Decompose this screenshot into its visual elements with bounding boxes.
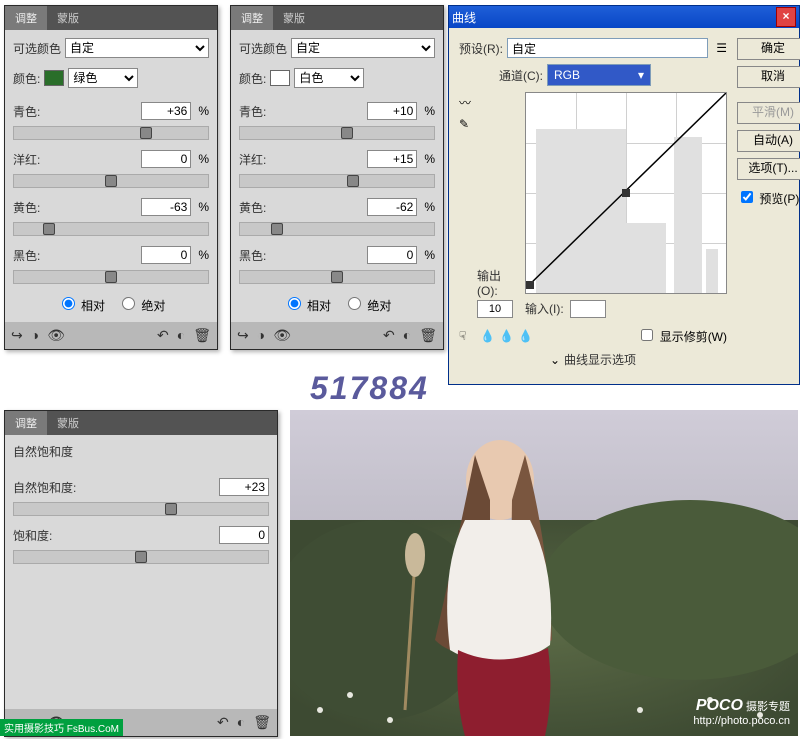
poco-url: http://photo.poco.cn — [693, 715, 790, 727]
black-value[interactable] — [367, 246, 417, 264]
clip-icon[interactable]: ◐ — [403, 327, 411, 344]
absolute-radio[interactable]: 绝对 — [343, 294, 391, 314]
absolute-radio[interactable]: 绝对 — [117, 294, 165, 314]
eyedropper-black-icon[interactable]: 💧 — [480, 329, 495, 343]
magenta-value[interactable] — [367, 150, 417, 168]
cyan-value[interactable] — [141, 102, 191, 120]
tab-mask[interactable]: 蒙版 — [47, 6, 89, 30]
reset-icon[interactable]: ↶ — [383, 327, 395, 344]
eye-icon[interactable]: 👁 — [273, 327, 291, 344]
curves-graph[interactable] — [525, 92, 727, 294]
output-value[interactable]: 10 — [477, 300, 513, 318]
tab-mask[interactable]: 蒙版 — [273, 6, 315, 30]
trash-icon[interactable]: 🗑 — [419, 327, 437, 344]
vibrance-value[interactable] — [219, 478, 269, 496]
watermark-text: 517884 — [310, 370, 429, 407]
ok-button[interactable]: 确定 — [737, 38, 800, 60]
tab-adjustments[interactable]: 调整 — [231, 6, 273, 30]
new-icon[interactable]: ◑ — [257, 327, 265, 344]
color-select[interactable]: 绿色 — [68, 68, 138, 88]
magenta-slider[interactable] — [239, 174, 435, 188]
relative-radio[interactable]: 相对 — [283, 294, 331, 314]
poco-sub: 摄影专题 — [746, 701, 790, 713]
yellow-value[interactable] — [367, 198, 417, 216]
trash-icon[interactable]: 🗑 — [253, 714, 271, 731]
preview-image: POCO 摄影专题 http://photo.poco.cn — [290, 410, 798, 736]
preset-menu-icon[interactable]: ☰ — [716, 41, 727, 55]
title: 可选颜色 — [13, 40, 61, 57]
magenta-slider[interactable] — [13, 174, 209, 188]
show-clipping-checkbox[interactable]: 显示修剪(W) — [637, 326, 727, 345]
input-value[interactable] — [570, 300, 606, 318]
black-value[interactable] — [141, 246, 191, 264]
cancel-button[interactable]: 取消 — [737, 66, 800, 88]
preset-select[interactable]: 自定 — [291, 38, 435, 58]
yellow-value[interactable] — [141, 198, 191, 216]
saturation-label: 饱和度: — [13, 527, 103, 544]
finger-tool-icon[interactable]: ☟ — [459, 329, 466, 343]
saturation-slider[interactable] — [13, 550, 269, 564]
relative-radio[interactable]: 相对 — [57, 294, 105, 314]
color-label: 颜色: — [239, 70, 266, 87]
yellow-slider[interactable] — [13, 222, 209, 236]
tab-mask[interactable]: 蒙版 — [47, 411, 89, 435]
curve-tool-icon[interactable]: 〰 — [459, 94, 471, 111]
eye-icon[interactable]: 👁 — [47, 327, 65, 344]
preview-checkbox[interactable]: 预览(P) — [737, 188, 800, 207]
close-icon[interactable]: × — [776, 7, 796, 27]
color-select[interactable]: 白色 — [294, 68, 364, 88]
preset-input[interactable] — [507, 38, 708, 58]
saturation-value[interactable] — [219, 526, 269, 544]
color-swatch — [44, 70, 64, 86]
reset-icon[interactable]: ↶ — [217, 714, 229, 731]
expand-icon[interactable]: ⌄ — [550, 353, 560, 367]
input-label: 输入(I): — [525, 300, 564, 317]
channel-select[interactable]: RGB▾ — [547, 64, 651, 86]
vibrance-title: 自然饱和度 — [13, 443, 269, 460]
window-title: 曲线 — [452, 9, 476, 26]
magenta-label: 洋红: — [13, 151, 57, 168]
link-icon[interactable]: ↪ — [237, 327, 249, 344]
vibrance-label: 自然饱和度: — [13, 479, 103, 496]
cyan-slider[interactable] — [13, 126, 209, 140]
tab-adjustments[interactable]: 调整 — [5, 411, 47, 435]
black-label: 黑色: — [13, 247, 57, 264]
cyan-slider[interactable] — [239, 126, 435, 140]
output-label: 输出(O): — [477, 267, 513, 298]
color-swatch — [270, 70, 290, 86]
magenta-value[interactable] — [141, 150, 191, 168]
preset-label: 预设(R): — [459, 40, 503, 57]
credit-badge: 实用摄影技巧 FsBus.CoM — [0, 719, 123, 736]
pencil-tool-icon[interactable]: ✎ — [459, 117, 471, 131]
auto-button[interactable]: 自动(A) — [737, 130, 800, 152]
display-options[interactable]: 曲线显示选项 — [564, 351, 636, 368]
trash-icon[interactable]: 🗑 — [193, 327, 211, 344]
channel-label: 通道(C): — [499, 67, 543, 84]
preset-select[interactable]: 自定 — [65, 38, 209, 58]
yellow-label: 黄色: — [13, 199, 57, 216]
link-icon[interactable]: ↪ — [11, 327, 23, 344]
yellow-slider[interactable] — [239, 222, 435, 236]
color-label: 颜色: — [13, 70, 40, 87]
panel-footer: ↪ ◑ 👁 ↶ ◐ 🗑 — [5, 322, 217, 349]
poco-brand: POCO — [696, 697, 743, 714]
vibrance-slider[interactable] — [13, 502, 269, 516]
options-button[interactable]: 选项(T)... — [737, 158, 800, 180]
clip-icon[interactable]: ◐ — [177, 327, 185, 344]
tab-adjustments[interactable]: 调整 — [5, 6, 47, 30]
pct: % — [198, 104, 209, 118]
title: 可选颜色 — [239, 40, 287, 57]
eyedropper-gray-icon[interactable]: 💧 — [499, 329, 514, 343]
cyan-label: 青色: — [13, 103, 57, 120]
clip-icon[interactable]: ◐ — [237, 714, 245, 731]
black-slider[interactable] — [13, 270, 209, 284]
cyan-value[interactable] — [367, 102, 417, 120]
new-icon[interactable]: ◑ — [31, 327, 39, 344]
eyedropper-white-icon[interactable]: 💧 — [518, 329, 533, 343]
smooth-button: 平滑(M) — [737, 102, 800, 124]
black-slider[interactable] — [239, 270, 435, 284]
reset-icon[interactable]: ↶ — [157, 327, 169, 344]
